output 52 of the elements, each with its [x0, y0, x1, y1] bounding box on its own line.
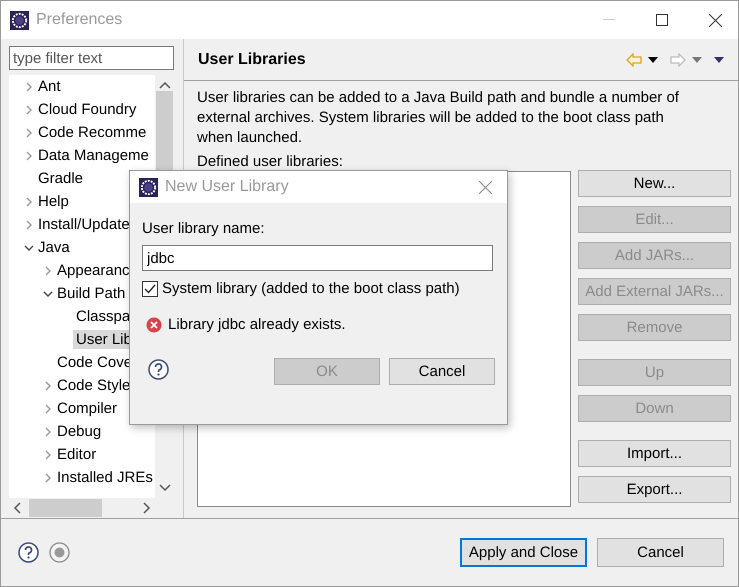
tree-item[interactable]: Classpa — [73, 307, 134, 326]
tree-item[interactable]: Install/Update — [35, 215, 133, 234]
record-icon[interactable] — [49, 542, 70, 563]
tree-item[interactable]: Ant — [35, 77, 64, 96]
scroll-thumb[interactable] — [29, 499, 102, 517]
tree-item[interactable]: Debug — [54, 422, 104, 441]
maximize-icon[interactable] — [656, 14, 668, 26]
tree-item[interactable]: Compiler — [54, 399, 120, 418]
help-icon[interactable] — [18, 542, 39, 563]
dialog-title: New User Library — [165, 178, 290, 196]
footer-button[interactable]: Cancel — [597, 538, 724, 567]
name-label: User library name: — [142, 220, 266, 237]
help-icon[interactable] — [148, 358, 169, 380]
action-button[interactable]: New... — [578, 170, 731, 197]
close-icon[interactable] — [708, 14, 722, 26]
action-button[interactable]: Export... — [578, 476, 731, 503]
filter-field[interactable]: type filter text — [9, 46, 174, 70]
list-label: Defined user libraries: — [197, 152, 344, 172]
forward-arrow-icon[interactable] — [670, 52, 686, 66]
checkbox-label: System library (added to the boot class path) — [162, 280, 460, 297]
app-icon — [10, 10, 29, 30]
error-message: Library jdbc already exists. — [168, 316, 346, 333]
scroll-right-icon[interactable] — [143, 502, 151, 514]
tree-item[interactable]: Code Style — [54, 376, 134, 395]
window-title: Preferences — [36, 11, 124, 29]
library-name-field[interactable]: jdbc — [142, 245, 493, 271]
error-icon — [146, 316, 162, 332]
tree-item[interactable]: Installed JREs — [54, 468, 155, 487]
system-library-checkbox[interactable] — [142, 280, 158, 296]
scroll-up-icon[interactable] — [158, 81, 170, 89]
tree-item[interactable]: Help — [35, 192, 72, 211]
action-button[interactable]: Import... — [578, 440, 731, 467]
view-menu-icon[interactable] — [714, 56, 724, 62]
tree-item[interactable]: Build Path — [54, 284, 128, 303]
minimize-icon[interactable] — [603, 19, 615, 21]
scroll-left-icon[interactable] — [13, 502, 21, 514]
dialog-button[interactable]: Cancel — [389, 358, 495, 385]
scroll-down-icon[interactable] — [158, 484, 170, 492]
tree-item[interactable]: Appearanc — [54, 261, 133, 280]
tree-item[interactable]: Editor — [54, 445, 100, 464]
footer-button[interactable]: Apply and Close — [460, 538, 587, 567]
close-button[interactable] — [479, 180, 492, 194]
tree-item[interactable]: Gradle — [35, 169, 86, 188]
app-icon — [139, 178, 158, 196]
tree-item[interactable]: Data Manageme — [35, 146, 152, 165]
description-text: User libraries can be added to a Java Build path and bundle a number of external archives. System libraries will be added to the boot class path when launched. — [197, 88, 680, 148]
dropdown-arrow-icon[interactable] — [648, 56, 658, 62]
tree-item[interactable]: Code Recomme — [35, 123, 150, 142]
back-arrow-icon[interactable] — [626, 52, 642, 66]
tree-item[interactable]: Java — [35, 238, 73, 257]
tree-item[interactable]: Cloud Foundry — [35, 100, 140, 119]
page-title: User Libraries — [198, 50, 306, 68]
